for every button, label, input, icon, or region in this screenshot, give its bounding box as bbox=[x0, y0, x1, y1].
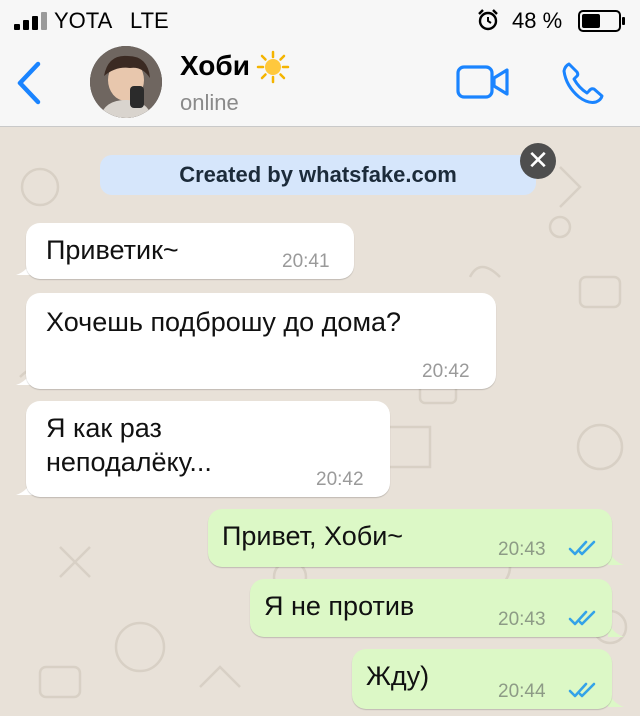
status-bar: YOTA LTE 48 % bbox=[0, 0, 640, 40]
close-banner-button[interactable]: ✕ bbox=[520, 143, 556, 179]
message-time: 20:42 bbox=[422, 361, 470, 382]
message-incoming[interactable]: Приветик~ 20:41 bbox=[26, 223, 354, 279]
message-text: Приветик~ bbox=[46, 235, 179, 265]
network-type: LTE bbox=[130, 8, 169, 33]
contact-avatar[interactable] bbox=[90, 46, 162, 118]
battery-percent: 48 % bbox=[512, 8, 563, 33]
battery-icon bbox=[578, 10, 625, 32]
chat-area[interactable]: Created by whatsfake.com ✕ Приветик~ 20:… bbox=[0, 127, 640, 716]
message-outgoing[interactable]: Жду) 20:44 bbox=[352, 649, 612, 709]
whatsfake-watermark-banner: Created by whatsfake.com bbox=[100, 155, 536, 195]
message-text: Хочешь подброшу до дома? bbox=[46, 307, 402, 337]
alarm-icon bbox=[478, 9, 498, 31]
message-incoming[interactable]: Я как раз неподалёку... 20:42 bbox=[26, 401, 390, 497]
message-time: 20:43 bbox=[498, 539, 546, 560]
back-icon[interactable] bbox=[12, 60, 46, 106]
message-text: Я не против bbox=[264, 591, 415, 621]
message-outgoing[interactable]: Привет, Хоби~ 20:43 bbox=[208, 509, 612, 567]
message-time: 20:42 bbox=[316, 469, 364, 490]
message-text: Жду) bbox=[366, 661, 430, 691]
read-receipt-icon bbox=[568, 682, 596, 698]
contact-status: online bbox=[180, 90, 239, 115]
message-text: Я как раз неподалёку... bbox=[46, 413, 212, 477]
chat-header: Хоби online bbox=[0, 40, 640, 127]
signal-strength-icon bbox=[14, 12, 50, 30]
read-receipt-icon bbox=[568, 610, 596, 626]
video-call-icon[interactable] bbox=[456, 64, 510, 100]
phone-call-icon[interactable] bbox=[560, 60, 606, 106]
carrier-name: YOTA bbox=[54, 8, 113, 33]
message-time: 20:44 bbox=[498, 681, 546, 702]
message-time: 20:41 bbox=[282, 251, 330, 272]
message-outgoing[interactable]: Я не против 20:43 bbox=[250, 579, 612, 637]
contact-name[interactable]: Хоби bbox=[180, 50, 250, 82]
message-time: 20:43 bbox=[498, 609, 546, 630]
message-text: Привет, Хоби~ bbox=[222, 521, 404, 551]
sun-icon bbox=[256, 50, 290, 84]
message-incoming[interactable]: Хочешь подброшу до дома? 20:42 bbox=[26, 293, 496, 389]
read-receipt-icon bbox=[568, 540, 596, 556]
